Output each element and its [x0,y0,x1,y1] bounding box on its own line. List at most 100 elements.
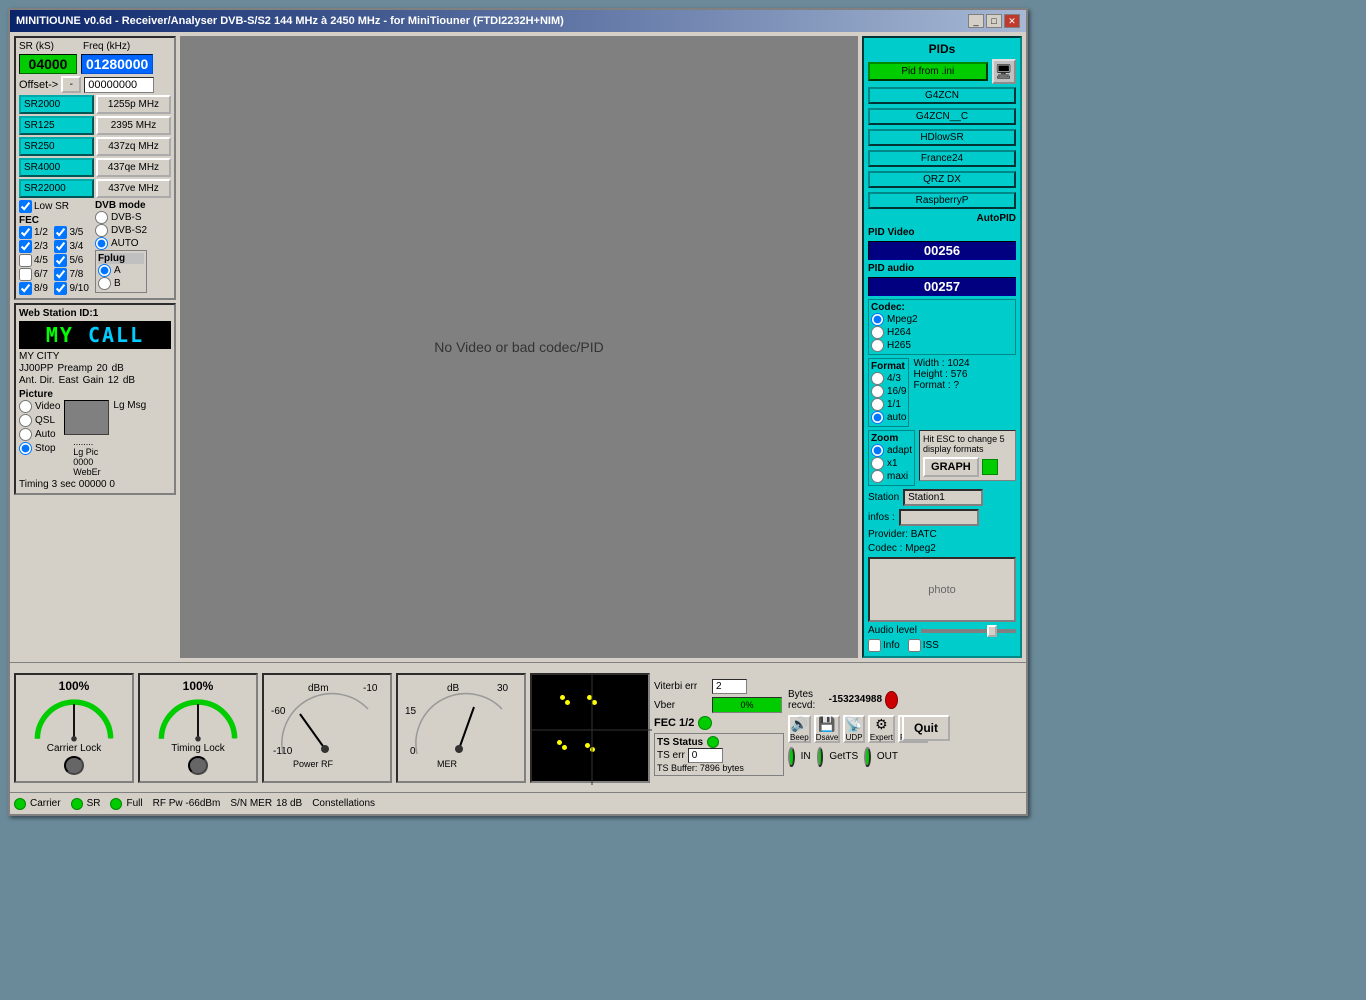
fec-label: FEC 1/2 [654,717,694,729]
sr250-button[interactable]: SR250 [19,137,94,156]
zoom-graph-row: Zoom adapt x1 maxi Hit ESC to change 5 d… [868,430,1016,486]
udp-label: UDP [846,733,863,742]
freq-display[interactable]: 01280000 [81,54,153,74]
out-label: OUT [877,751,898,762]
sr4000-button[interactable]: SR4000 [19,158,94,177]
timing-extra: 00000 0 [79,479,115,490]
width-value: 1024 [947,358,969,369]
monitor-icon: 🖥 [992,59,1016,84]
ts-err-row: TS err [657,748,781,763]
in-label: IN [801,751,811,762]
sr2000-button[interactable]: SR2000 [19,95,94,114]
format-info-row: Format : ? [913,380,969,391]
fec-circle [698,716,712,730]
freq-value-row: 04000 01280000 [19,54,171,74]
dvb-mode-title: DVB mode [95,200,147,211]
expert-button[interactable]: ⚙ Expert [868,715,895,743]
low-sr-checkbox[interactable] [19,200,32,213]
codec-title: Codec: [871,302,1013,313]
ant-dir-label: Ant. Dir. [19,375,55,386]
station-input[interactable] [903,489,983,506]
low-sr-checkbox-label[interactable]: Low SR [19,200,89,213]
preamp-unit: dB [112,363,124,374]
gain-value: 12 [108,375,119,386]
viterbi-row: Viterbi err [654,679,784,694]
beep-button[interactable]: 🔊 Beep [788,715,811,743]
sr-button-grid: SR2000 1255p MHz SR125 2395 MHz SR250 43… [19,95,171,198]
left-panel: SR (kS) Freq (kHz) 04000 01280000 Offset… [14,36,176,658]
info-label: Info [883,640,900,651]
offset-minus-button[interactable]: - [61,76,81,93]
freq-437zq-button[interactable]: 437zq MHz [96,137,171,156]
ts-status-circle [707,736,719,748]
getts-button[interactable] [817,747,824,767]
transport-row-1: 🔊 Beep 💾 Dsave 📡 UDP ⚙ Expert [788,715,898,743]
provider-label: Provider: [868,529,908,540]
quit-button[interactable]: Quit [902,715,950,741]
title-bar: MINITIOUNE v0.6d - Receiver/Analyser DVB… [10,10,1026,32]
maximize-button[interactable]: □ [986,14,1002,28]
hdlowsr-button[interactable]: HDlowSR [868,129,1016,146]
out-button[interactable] [864,747,871,767]
raspberryp-button[interactable]: RaspberryP [868,192,1016,209]
zoom-section: Zoom adapt x1 maxi [868,430,915,486]
picture-controls: Video QSL Auto Stop ........ Lg Pic 0000 [19,400,171,477]
svg-text:dBm: dBm [308,683,329,694]
offset-display[interactable]: 00000000 [84,77,154,93]
minimize-button[interactable]: _ [968,14,984,28]
france24-button[interactable]: France24 [868,150,1016,167]
in-button[interactable] [788,747,795,767]
getts-label: GetTS [829,751,858,762]
window-controls: _ □ ✕ [968,14,1020,28]
svg-text:15: 15 [405,706,417,717]
pid-video-display[interactable]: 00256 [868,241,1016,260]
freq-section: SR (kS) Freq (kHz) 04000 01280000 Offset… [14,36,176,300]
record-indicator [885,691,898,709]
full-status: Full [110,798,142,810]
constellation-crosshair [532,675,652,785]
freq-2395-button[interactable]: 2395 MHz [96,116,171,135]
web-station-title: Web Station ID:1 [19,308,171,319]
station-label: Station [868,492,899,503]
g4zcn-button[interactable]: G4ZCN [868,87,1016,104]
qrz-dx-button[interactable]: QRZ DX [868,171,1016,188]
constellation-display [530,673,650,783]
sr125-button[interactable]: SR125 [19,116,94,135]
freq-437ve-button[interactable]: 437ve MHz [96,179,171,198]
pid-from-button[interactable]: Pid from .ini [868,62,988,81]
ts-status-title: TS Status [657,736,781,748]
iss-checkbox[interactable] [908,639,921,652]
full-status-circle [110,798,122,810]
carrier-meter: 100% Carrier Lock [14,673,134,783]
audio-thumb[interactable] [987,625,997,637]
sr-display[interactable]: 04000 [19,54,77,74]
g4zcn-c-button[interactable]: G4ZCN__C [868,108,1016,125]
dsave-icon: 💾 [818,716,835,733]
ant-dir-value: East [59,375,79,386]
video-area: No Video or bad codec/PID [180,36,858,658]
udp-button[interactable]: 📡 UDP [843,715,864,743]
dsave-button[interactable]: 💾 Dsave [814,715,841,743]
close-button[interactable]: ✕ [1004,14,1020,28]
provider-row: Provider: BATC [868,529,1016,540]
height-row: Height : 576 [913,369,969,380]
infos-input[interactable] [899,509,979,526]
pid-audio-display[interactable]: 00257 [868,277,1016,296]
audio-slider[interactable] [921,629,1016,633]
info-checkbox[interactable] [868,639,881,652]
rf-pw-status: RF Pw -66dBm [153,798,221,809]
ts-err-input[interactable] [688,748,723,763]
sr-label: SR (kS) [19,41,79,52]
graph-button[interactable]: GRAPH [923,457,979,477]
provider-value: BATC [911,529,937,540]
freq-1255-button[interactable]: 1255p MHz [96,95,171,114]
sr22000-button[interactable]: SR22000 [19,179,94,198]
freq-437qe-button[interactable]: 437qe MHz [96,158,171,177]
ts-buffer-text: TS Buffer: 7896 bytes [657,763,781,773]
callsign-display: MY CALL [19,321,171,349]
format-title: Format [871,361,906,372]
timing-meter: 100% Timing Lock [138,673,258,783]
codec-section: Codec: Mpeg2 H264 H265 [868,299,1016,355]
main-content: SR (kS) Freq (kHz) 04000 01280000 Offset… [10,32,1026,662]
viterbi-input[interactable] [712,679,747,694]
